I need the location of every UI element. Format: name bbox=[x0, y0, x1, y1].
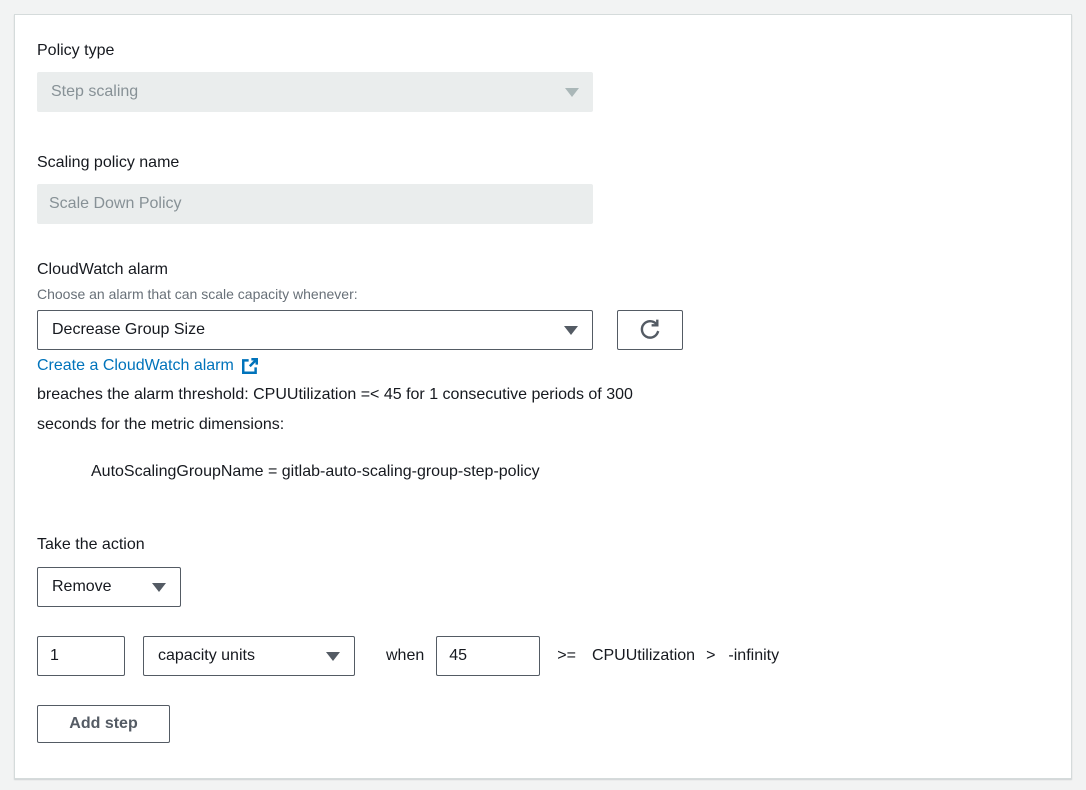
caret-down-icon bbox=[152, 583, 166, 592]
step-amount-input[interactable] bbox=[37, 636, 125, 676]
alarm-threshold-text: breaches the alarm threshold: CPUUtiliza… bbox=[37, 380, 1049, 440]
step-threshold-input[interactable] bbox=[436, 636, 540, 676]
step-unit-select[interactable]: capacity units bbox=[143, 636, 355, 676]
take-action-label: Take the action bbox=[37, 535, 1049, 555]
alarm-select-value: Decrease Group Size bbox=[52, 321, 205, 339]
alarm-metric-dimension: AutoScalingGroupName = gitlab-auto-scali… bbox=[37, 463, 1049, 481]
alarm-threshold-line1: breaches the alarm threshold: CPUUtiliza… bbox=[37, 380, 1049, 410]
step-adjustment-row: capacity units when >= CPUUtilization > … bbox=[37, 636, 1049, 676]
alarm-select[interactable]: Decrease Group Size bbox=[37, 310, 593, 350]
policy-type-value: Step scaling bbox=[51, 83, 138, 101]
policy-type-label: Policy type bbox=[37, 41, 1049, 61]
create-cloudwatch-alarm-link-label: Create a CloudWatch alarm bbox=[37, 357, 234, 375]
action-type-select[interactable]: Remove bbox=[37, 567, 181, 607]
refresh-icon bbox=[638, 318, 662, 342]
alarm-threshold-line2: seconds for the metric dimensions: bbox=[37, 410, 1049, 440]
lower-bound-operator: > bbox=[706, 647, 715, 665]
lower-bound-value: -infinity bbox=[728, 647, 779, 665]
cloudwatch-alarm-label: CloudWatch alarm bbox=[37, 260, 1049, 280]
cloudwatch-alarm-description: Choose an alarm that can scale capacity … bbox=[37, 285, 1049, 303]
metric-name: CPUUtilization bbox=[592, 647, 695, 665]
create-cloudwatch-alarm-link[interactable]: Create a CloudWatch alarm bbox=[37, 357, 259, 375]
policy-name-label: Scaling policy name bbox=[37, 153, 1049, 173]
add-step-button[interactable]: Add step bbox=[37, 705, 170, 743]
when-label: when bbox=[386, 647, 424, 665]
caret-down-icon bbox=[326, 652, 340, 661]
action-type-value: Remove bbox=[52, 578, 112, 596]
alarm-select-row: Decrease Group Size bbox=[37, 310, 1049, 350]
caret-down-icon bbox=[565, 88, 579, 97]
caret-down-icon bbox=[564, 326, 578, 335]
policy-name-input[interactable] bbox=[37, 184, 593, 224]
policy-type-select: Step scaling bbox=[37, 72, 593, 112]
refresh-alarms-button[interactable] bbox=[617, 310, 683, 350]
step-unit-value: capacity units bbox=[158, 647, 255, 665]
scaling-policy-form-card: Policy type Step scaling Scaling policy … bbox=[14, 14, 1072, 779]
external-link-icon bbox=[241, 357, 259, 375]
upper-bound-operator: >= bbox=[557, 647, 576, 665]
